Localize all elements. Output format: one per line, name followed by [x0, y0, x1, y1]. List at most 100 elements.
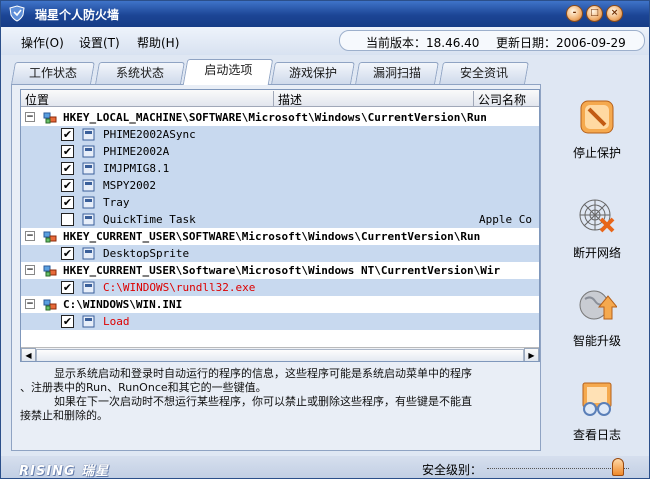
column-location[interactable]: 位置 — [21, 91, 274, 107]
tab-security-news[interactable]: 安全资讯 — [439, 62, 529, 84]
startup-item-row[interactable]: QuickTime Task Apple Co — [21, 211, 539, 228]
close-button[interactable]: × — [606, 5, 623, 22]
description-line-3: 如果在下一次启动时不想运行某些程序，你可以禁止或删除这些程序，有些键是不能直 — [54, 395, 472, 408]
enable-checkbox[interactable]: ✔ — [61, 247, 74, 260]
scroll-right-icon[interactable]: ▶ — [524, 348, 539, 361]
startup-item-row[interactable]: ✔ Tray — [21, 194, 539, 211]
column-company[interactable]: 公司名称 — [474, 91, 539, 107]
registry-key-path: HKEY_CURRENT_USER\Software\Microsoft\Win… — [63, 264, 501, 277]
horizontal-scrollbar[interactable]: ◀ ▶ — [21, 347, 539, 361]
collapse-icon[interactable]: − — [25, 299, 35, 309]
registry-key-row[interactable]: − C:\WINDOWS\WIN.INI — [21, 296, 539, 313]
security-level-track[interactable] — [487, 467, 629, 469]
stop-protection-icon — [580, 100, 614, 134]
security-level-label: 安全级别： — [422, 463, 483, 477]
program-name: QuickTime Task — [103, 213, 196, 226]
menu-help[interactable]: 帮助(H) — [137, 34, 179, 51]
program-icon — [82, 128, 95, 141]
program-icon — [82, 145, 95, 158]
collapse-icon[interactable]: − — [25, 112, 35, 122]
program-name: DesktopSprite — [103, 247, 190, 260]
disconnect-network-label: 断开网络 — [572, 246, 621, 260]
stop-protection-label: 停止保护 — [572, 146, 621, 160]
program-icon — [82, 196, 95, 209]
firewall-window: 瑞星个人防火墙 - □ × 操作(O) 设置(T) 帮助(H) 当前版本：18.… — [0, 0, 650, 479]
startup-item-row[interactable]: ✔ IMJPMIG8.1 — [21, 160, 539, 177]
program-icon — [82, 213, 95, 226]
enable-checkbox[interactable]: ✔ — [61, 179, 74, 192]
tab-bar: 工作状态 系统状态 启动选项 游戏保护 漏洞扫描 安全资讯 — [1, 59, 649, 85]
program-icon — [82, 281, 95, 294]
registry-key-row[interactable]: − HKEY_CURRENT_USER\SOFTWARE\Microsoft\Wi… — [21, 228, 539, 245]
program-name: PHIME2002A — [103, 145, 170, 158]
startup-item-row[interactable]: ✔ PHIME2002ASync — [21, 126, 539, 143]
tab-game-protection[interactable]: 游戏保护 — [271, 62, 355, 84]
enable-checkbox[interactable]: ✔ — [61, 315, 74, 328]
enable-checkbox[interactable]: ✔ — [61, 281, 74, 294]
window-title: 瑞星个人防火墙 — [35, 8, 120, 22]
stop-protection-button[interactable]: 停止保护 — [549, 97, 645, 161]
description-line-2: 、注册表中的Run、RunOnce和其它的一些键值。 — [20, 381, 267, 394]
menu-bar: 操作(O) 设置(T) 帮助(H) 当前版本：18.46.40 更新日期：200… — [1, 27, 649, 55]
log-glasses-icon — [582, 382, 612, 416]
description-line-1: 显示系统启动和登录时自动运行的程序的信息，这些程序可能是系统启动菜单中的程序 — [54, 367, 472, 380]
registry-key-row[interactable]: − HKEY_LOCAL_MACHINE\SOFTWARE\Microsoft\W… — [21, 109, 539, 126]
tab-vulnerability-scan[interactable]: 漏洞扫描 — [355, 62, 439, 84]
program-name: Tray — [103, 196, 130, 209]
registry-key-path: HKEY_CURRENT_USER\SOFTWARE\Microsoft\Win… — [63, 230, 481, 243]
maximize-button[interactable]: □ — [586, 5, 603, 22]
startup-item-row[interactable]: ✔ C:\WINDOWS\rundll32.exe — [21, 279, 539, 296]
enable-checkbox[interactable]: ✔ — [61, 145, 74, 158]
update-date: 更新日期：2006-09-29 — [496, 36, 626, 50]
enable-checkbox[interactable] — [61, 213, 74, 226]
view-log-label: 查看日志 — [572, 428, 621, 442]
disconnect-network-button[interactable]: 断开网络 — [549, 197, 645, 261]
collapse-icon[interactable]: − — [25, 265, 35, 275]
title-bar[interactable]: 瑞星个人防火墙 - □ × — [1, 1, 649, 27]
tab-startup-options[interactable]: 启动选项 — [182, 59, 274, 85]
program-icon — [82, 162, 95, 175]
version-info: 当前版本：18.46.40 更新日期：2006-09-29 — [339, 30, 645, 51]
enable-checkbox[interactable]: ✔ — [61, 128, 74, 141]
globe-upgrade-icon — [579, 290, 619, 320]
program-icon — [82, 179, 95, 192]
enable-checkbox[interactable]: ✔ — [61, 162, 74, 175]
description-text: 显示系统启动和登录时自动运行的程序的信息，这些程序可能是系统启动菜单中的程序 、… — [20, 367, 534, 447]
list-header: 位置 描述 公司名称 — [21, 90, 539, 107]
registry-key-icon — [43, 112, 57, 124]
registry-key-row[interactable]: − HKEY_CURRENT_USER\Software\Microsoft\Wi… — [21, 262, 539, 279]
smart-upgrade-label: 智能升级 — [572, 334, 621, 348]
startup-list[interactable]: 位置 描述 公司名称 − HKEY_LOCAL_MACHINE\SOFTWARE\… — [20, 89, 540, 362]
startup-item-row[interactable]: ✔ Load — [21, 313, 539, 330]
startup-panel: 位置 描述 公司名称 − HKEY_LOCAL_MACHINE\SOFTWARE\… — [11, 84, 541, 451]
description-line-4: 接禁止和删除的。 — [20, 409, 108, 422]
enable-checkbox[interactable]: ✔ — [61, 196, 74, 209]
collapse-icon[interactable]: − — [25, 231, 35, 241]
startup-item-row[interactable]: ✔ DesktopSprite — [21, 245, 539, 262]
tab-system-status[interactable]: 系统状态 — [95, 62, 185, 84]
scroll-left-icon[interactable]: ◀ — [21, 348, 36, 361]
company-name: Apple Co — [479, 213, 532, 226]
view-log-button[interactable]: 查看日志 — [549, 379, 645, 443]
security-level-slider[interactable] — [612, 458, 624, 476]
menu-operate[interactable]: 操作(O) — [21, 34, 64, 51]
minimize-button[interactable]: - — [566, 5, 583, 22]
program-icon — [82, 315, 95, 328]
column-description[interactable]: 描述 — [274, 91, 474, 107]
menu-settings[interactable]: 设置(T) — [79, 34, 120, 51]
app-shield-icon — [9, 5, 25, 22]
startup-item-row[interactable]: ✔ PHIME2002A — [21, 143, 539, 160]
scroll-thumb[interactable] — [36, 349, 524, 361]
program-icon — [82, 247, 95, 260]
program-name: Load — [103, 315, 130, 328]
program-name: MSPY2002 — [103, 179, 156, 192]
network-web-icon — [579, 199, 615, 233]
registry-key-icon — [43, 265, 57, 277]
registry-key-icon — [43, 231, 57, 243]
registry-key-path: C:\WINDOWS\WIN.INI — [63, 298, 183, 311]
program-name: IMJPMIG8.1 — [103, 162, 170, 175]
smart-upgrade-button[interactable]: 智能升级 — [549, 285, 645, 349]
tab-work-status[interactable]: 工作状态 — [11, 62, 95, 84]
startup-item-row[interactable]: ✔ MSPY2002 — [21, 177, 539, 194]
program-name: C:\WINDOWS\rundll32.exe — [103, 281, 256, 294]
